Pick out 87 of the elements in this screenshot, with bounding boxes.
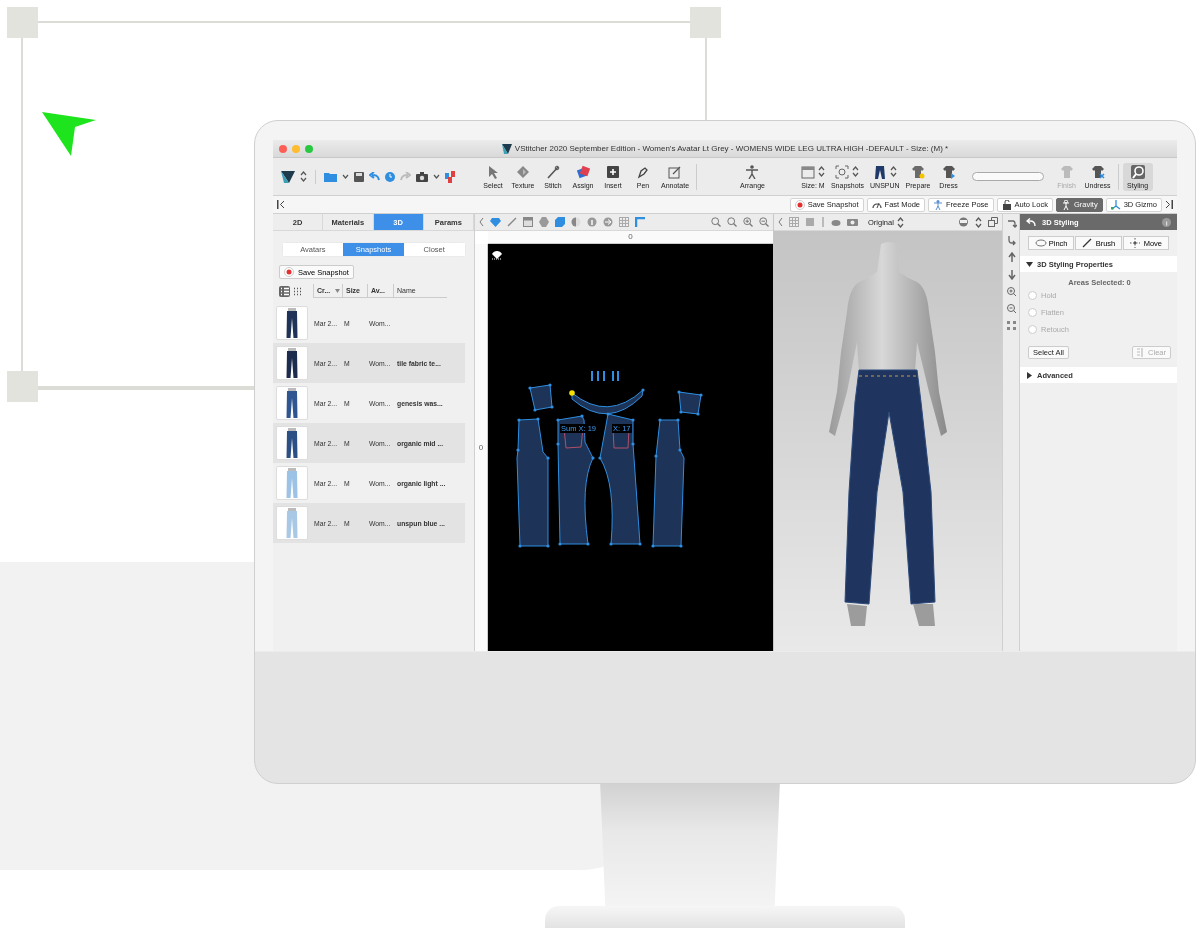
windows-icon[interactable] — [988, 217, 998, 227]
plus-square-icon — [606, 164, 620, 179]
caret-icon[interactable] — [433, 174, 440, 179]
stepper-arrows-icon — [896, 216, 904, 228]
shirt-icon — [1059, 164, 1074, 179]
fit-icon[interactable] — [1005, 320, 1017, 331]
app-logo-icon — [501, 143, 512, 154]
camera-icon[interactable] — [416, 171, 428, 182]
zoom-out-icon[interactable] — [1005, 303, 1017, 314]
pattern-piece[interactable] — [528, 383, 554, 412]
cursor-arrow-icon — [42, 112, 96, 156]
tag-icon[interactable] — [555, 217, 565, 227]
magnifier-icon — [1130, 164, 1145, 179]
stepper-arrows-icon[interactable] — [852, 166, 860, 177]
caret-icon[interactable] — [342, 174, 349, 179]
ruler-label: 0 — [478, 443, 484, 452]
shirt-icon — [911, 164, 926, 179]
grid-icon[interactable] — [619, 217, 629, 227]
info-icon[interactable] — [1162, 217, 1171, 227]
hexagon-icon[interactable] — [539, 217, 549, 227]
grid-view-icon[interactable] — [292, 285, 303, 297]
list-view-icon[interactable] — [279, 285, 290, 297]
ruler-icon[interactable] — [635, 217, 645, 227]
triangle-right-icon — [1026, 371, 1033, 379]
clear-icon — [1137, 348, 1146, 357]
brush-icon — [1081, 238, 1094, 248]
collapse-left-icon[interactable] — [277, 200, 285, 209]
anchor-point[interactable] — [569, 390, 575, 396]
folder-icon[interactable] — [324, 171, 337, 182]
pattern-piece[interactable] — [516, 417, 550, 548]
axes-icon — [1110, 199, 1121, 210]
collapse-right-icon[interactable] — [1165, 200, 1173, 209]
window-title: VStitcher 2020 September Edition - Women's Avatar Lt Grey - WOMENS WIDE LEG ULTRA HIGH -DEFAULT - Size: (M) * — [514, 144, 949, 153]
window-icon — [800, 164, 815, 179]
record-icon — [284, 267, 294, 277]
square-icon[interactable] — [805, 217, 815, 227]
chevron-left-icon[interactable] — [479, 217, 484, 227]
stepper-arrows-icon[interactable] — [817, 166, 825, 177]
sort-arrow-icon — [335, 288, 341, 293]
arrow-circle-icon[interactable] — [603, 217, 613, 227]
diamond-icon[interactable] — [490, 217, 501, 227]
figure-icon — [1060, 199, 1071, 210]
color-swatch-icon — [576, 164, 590, 179]
pinch-icon — [1034, 238, 1047, 248]
rotate-icon[interactable] — [1005, 218, 1017, 229]
shirt-icon — [1090, 164, 1105, 179]
undo-icon[interactable] — [369, 172, 380, 181]
half-circle-icon[interactable] — [571, 217, 581, 227]
jeans-icon — [872, 164, 887, 179]
stepper-arrows-icon[interactable] — [889, 166, 897, 177]
move-icon — [1129, 238, 1142, 248]
zoom-icon[interactable] — [727, 217, 737, 227]
needle-icon — [546, 164, 560, 179]
stepper-arrows-icon[interactable] — [975, 216, 982, 228]
waistband-piece[interactable] — [570, 388, 645, 415]
zoom-in-icon[interactable] — [743, 217, 753, 227]
zoom-out-icon[interactable] — [759, 217, 769, 227]
arrow-down-icon[interactable] — [1005, 269, 1017, 280]
shirt-icon — [941, 164, 956, 179]
record-icon — [794, 199, 805, 210]
arrow-up-icon[interactable] — [1005, 252, 1017, 263]
figure-icon — [933, 199, 943, 210]
save-icon[interactable] — [354, 171, 364, 182]
pattern-piece[interactable] — [651, 418, 685, 548]
frame-icon — [835, 164, 850, 179]
size-chart-icon[interactable] — [445, 170, 456, 183]
info-circle-icon[interactable] — [587, 217, 597, 227]
zoom-fit-icon[interactable] — [711, 217, 721, 227]
grid-icon[interactable] — [789, 217, 799, 227]
edit-icon — [668, 164, 682, 179]
stepper-arrows-icon[interactable] — [300, 171, 307, 182]
notch-marks — [591, 370, 619, 382]
lock-icon — [1001, 199, 1012, 210]
triangle-down-icon — [1026, 260, 1033, 268]
needle-icon[interactable] — [507, 217, 517, 227]
cursor-icon — [486, 164, 500, 179]
rotate-icon[interactable] — [1005, 235, 1017, 246]
pattern-piece[interactable] — [677, 390, 703, 416]
window-icon[interactable] — [523, 217, 533, 227]
ruler-label: 0 — [628, 231, 633, 243]
chevron-left-icon[interactable] — [778, 217, 783, 227]
diamond-icon — [516, 164, 530, 179]
history-icon[interactable] — [385, 171, 395, 182]
person-icon — [745, 164, 760, 179]
zoom-in-icon[interactable] — [1005, 286, 1017, 297]
app-logo-icon[interactable] — [281, 170, 295, 183]
back-icon[interactable] — [1026, 218, 1036, 226]
